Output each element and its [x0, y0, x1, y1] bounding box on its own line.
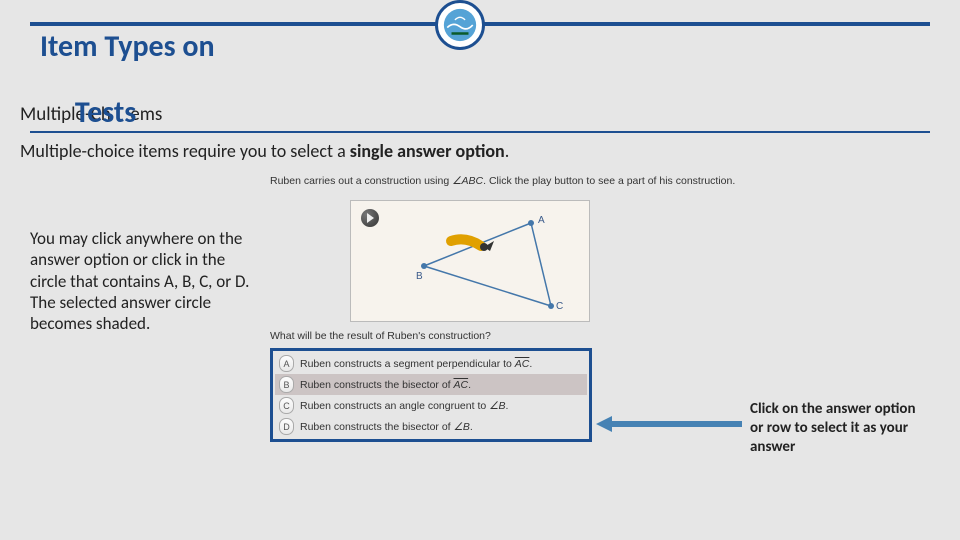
desc-before: Multiple-choice items require you to sel… [20, 140, 350, 162]
question-followup: What will be the result of Ruben's const… [270, 330, 740, 342]
title-block: Item Types on [40, 30, 215, 63]
option-text: Ruben constructs an angle congruent to ∠… [300, 400, 508, 412]
subtitle-overlay: Tests [75, 94, 136, 131]
desc-after: . [505, 140, 510, 162]
arrow-left-icon [596, 416, 612, 432]
answer-option-c[interactable]: C Ruben constructs an angle congruent to… [275, 395, 587, 416]
callout-text: Click on the answer option or row to sel… [750, 400, 925, 456]
option-text: Ruben constructs a segment perpendicular… [300, 358, 532, 370]
school-logo [435, 0, 485, 50]
instruction-text: You may click anywhere on the answer opt… [30, 228, 250, 334]
svg-text:B: B [416, 271, 423, 282]
subtitle: Multiple-Ch Tests ems [20, 92, 162, 129]
option-text: Ruben constructs the bisector of ∠B. [300, 421, 473, 433]
example-question: Ruben carries out a construction using ∠… [270, 174, 740, 442]
option-bubble[interactable]: A [279, 355, 294, 372]
construction-canvas: A B C [350, 200, 590, 322]
answer-option-b[interactable]: B Ruben constructs the bisector of AC. [275, 374, 587, 395]
question-prompt: Ruben carries out a construction using ∠… [270, 174, 740, 194]
option-bubble[interactable]: C [279, 397, 294, 414]
svg-text:C: C [556, 301, 563, 312]
description: Multiple-choice items require you to sel… [20, 140, 509, 162]
option-text: Ruben constructs the bisector of AC. [300, 379, 471, 391]
svg-text:A: A [538, 215, 545, 226]
answer-option-d[interactable]: D Ruben constructs the bisector of ∠B. [275, 416, 587, 437]
page-title: Item Types on [40, 30, 215, 63]
option-bubble[interactable]: B [279, 376, 294, 393]
answer-options: A Ruben constructs a segment perpendicul… [270, 348, 592, 442]
play-button[interactable] [361, 209, 379, 227]
answer-option-a[interactable]: A Ruben constructs a segment perpendicul… [275, 353, 587, 374]
triangle-diagram: A B C [416, 211, 586, 321]
desc-bold: single answer option [350, 140, 505, 162]
pointer-arrow [596, 416, 746, 432]
header-rule-bottom [30, 131, 930, 133]
option-bubble[interactable]: D [279, 418, 294, 435]
